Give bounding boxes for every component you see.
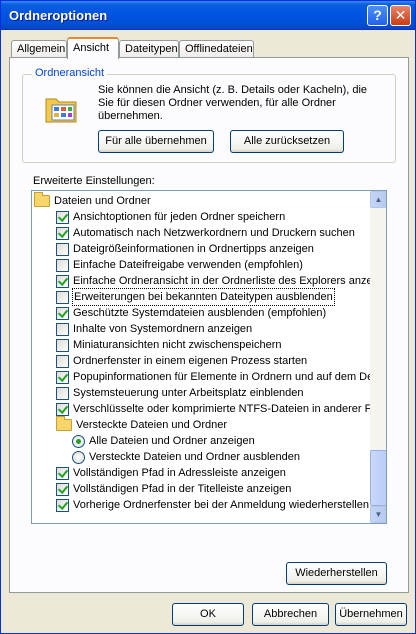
checkbox[interactable] — [56, 211, 69, 224]
tree-item-label: Inhalte von Systemordnern anzeigen — [73, 323, 253, 335]
window-title: Ordneroptionen — [9, 8, 108, 23]
tree-item-label: Dateien und Ordner — [54, 195, 151, 207]
tree-item-label: Geschützte Systemdateien ausblenden (emp… — [73, 307, 327, 319]
checkbox[interactable] — [56, 387, 69, 400]
advanced-settings-label: Erweiterte Einstellungen: — [33, 175, 155, 187]
folder-view-icon — [44, 91, 80, 125]
tree-item-label: Verschlüsselte oder komprimierte NTFS-Da… — [73, 403, 370, 415]
checkbox[interactable] — [56, 323, 69, 336]
tree-item-label: Vollständigen Pfad in der Titelleiste an… — [73, 483, 292, 495]
tree-item-label: Automatisch nach Netzwerkordnern und Dru… — [73, 227, 355, 239]
scroll-up-arrow-icon[interactable]: ▲ — [370, 191, 386, 208]
tree-item-label: Alle Dateien und Ordner anzeigen — [89, 435, 255, 447]
apply-to-all-button[interactable]: Für alle übernehmen — [98, 130, 214, 153]
tree-item-label: Versteckte Dateien und Ordner — [76, 419, 228, 431]
cancel-button[interactable]: Abbrechen — [252, 603, 329, 626]
apply-button[interactable]: Übernehmen — [335, 603, 407, 626]
checkbox[interactable] — [56, 307, 69, 320]
scrollbar-thumb[interactable] — [370, 450, 386, 506]
checkbox[interactable] — [56, 339, 69, 352]
tree-item-label: Systemsteuerung unter Arbeitsplatz einbl… — [73, 387, 304, 399]
checkbox[interactable] — [56, 355, 69, 368]
folder-view-description: Sie können die Ansicht (z. B. Details od… — [98, 84, 368, 122]
advanced-settings-tree: Dateien und Ordner Ansichtoptionen für je… — [32, 191, 370, 523]
checkbox[interactable] — [56, 499, 69, 512]
tree-item-label: Popupinformationen für Elemente in Ordne… — [73, 371, 370, 383]
restore-defaults-button[interactable]: Wiederherstellen — [286, 562, 387, 585]
ok-button[interactable]: OK — [172, 603, 244, 626]
checkbox[interactable] — [56, 259, 69, 272]
reset-all-button[interactable]: Alle zurücksetzen — [230, 130, 344, 153]
advanced-settings-list[interactable]: Dateien und Ordner Ansichtoptionen für je… — [31, 190, 387, 524]
tree-item-label: Miniaturansichten nicht zwischenspeicher… — [73, 339, 282, 351]
tree-item-label: Einfache Ordneransicht in der Ordnerlist… — [73, 275, 370, 287]
tree-item-label: Versteckte Dateien und Ordner ausblenden — [89, 451, 300, 463]
help-button[interactable]: ? — [367, 5, 388, 26]
radio-button[interactable] — [72, 435, 85, 448]
checkbox[interactable] — [56, 275, 69, 288]
checkbox[interactable] — [56, 467, 69, 480]
checkbox[interactable] — [56, 243, 69, 256]
title-bar[interactable]: Ordneroptionen ? ✕ — [1, 1, 415, 30]
tree-item-label: Ansichtoptionen für jeden Ordner speiche… — [73, 211, 286, 223]
scroll-down-arrow-icon[interactable]: ▼ — [370, 506, 386, 523]
vertical-scrollbar[interactable]: ▲ ▼ — [370, 191, 386, 523]
checkbox[interactable] — [56, 291, 69, 304]
checkbox[interactable] — [56, 403, 69, 416]
folder-view-group-title: Ordneransicht — [32, 67, 108, 79]
tree-item-label: Einfache Dateifreigabe verwenden (empfoh… — [73, 259, 303, 271]
tree-item-label: Dateigrößeinformationen in Ordnertipps a… — [73, 243, 314, 255]
folder-icon — [34, 192, 50, 207]
tree-item-label: Vorherige Ordnerfenster bei der Anmeldun… — [73, 499, 369, 511]
folder-options-window: Ordneroptionen ? ✕ Allgemein Ansicht Dat… — [0, 0, 416, 634]
checkbox[interactable] — [56, 371, 69, 384]
tree-item-label: Ordnerfenster in einem eigenen Prozess s… — [73, 355, 308, 367]
checkbox[interactable] — [56, 483, 69, 496]
tree-item-label: Erweiterungen bei bekannten Dateitypen a… — [72, 288, 335, 306]
tab-ansicht[interactable]: Ansicht — [67, 37, 119, 59]
checkbox[interactable] — [56, 227, 69, 240]
close-button[interactable]: ✕ — [390, 5, 411, 26]
tree-item-label: Vollständigen Pfad in Adressleiste anzei… — [73, 467, 286, 479]
radio-button[interactable] — [72, 451, 85, 464]
folder-icon — [56, 416, 72, 431]
